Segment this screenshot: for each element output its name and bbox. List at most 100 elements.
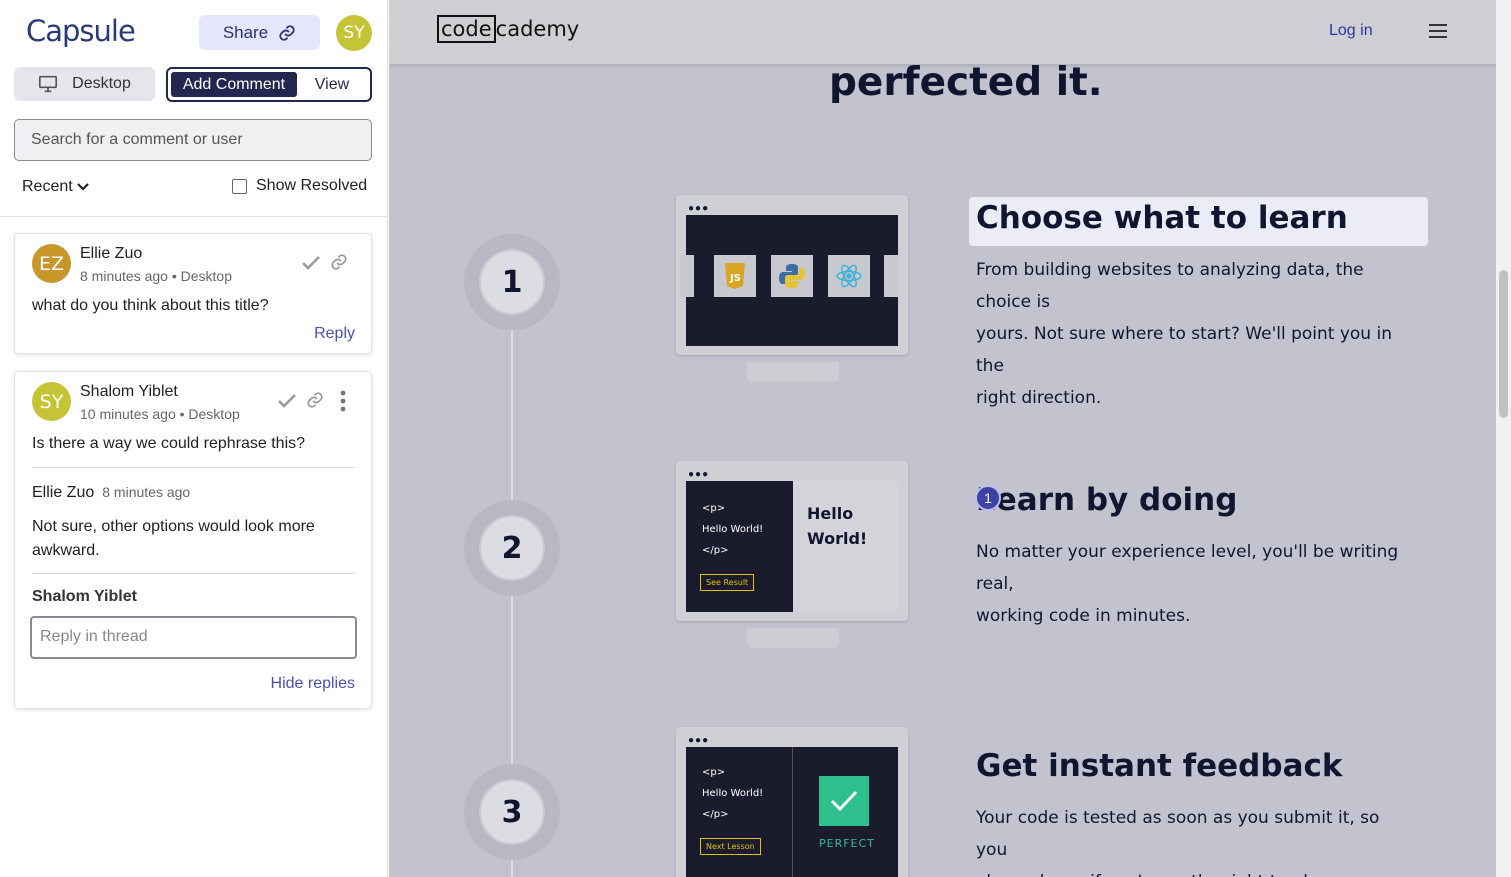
hide-replies-link[interactable]: Hide replies (271, 675, 355, 693)
description-line: always know if you're on the right track… (976, 866, 1416, 877)
step-description: Your code is tested as soon as you submi… (976, 802, 1416, 877)
step-description: No matter your experience level, you'll … (976, 536, 1416, 632)
reply-thread-input[interactable]: Reply in thread (30, 616, 357, 659)
share-button[interactable]: Share (199, 15, 320, 50)
device-toggle-button[interactable]: Desktop (14, 67, 155, 101)
reply-header: Ellie Zuo 8 minutes ago (32, 484, 190, 502)
step-number-circle: 3 (464, 764, 560, 860)
preview-line: World! (807, 529, 868, 548)
step-heading: Get instant feedback (976, 748, 1343, 784)
show-resolved-checkbox[interactable] (232, 178, 247, 194)
comment-card[interactable]: EZ Ellie Zuo 8 minutes ago • Desktop wha… (14, 233, 372, 354)
divider (32, 467, 355, 468)
reply-composer-author: Shalom Yiblet (32, 588, 137, 605)
hero-title: perfected it. (829, 60, 1103, 105)
monitor-stand (747, 628, 839, 648)
step-number-circle: 2 (464, 500, 560, 596)
user-avatar[interactable]: SY (336, 15, 372, 51)
comment-panel: Capsule Share SY Desktop Add Comment Vie… (0, 0, 388, 877)
site-header: code cademy Log in (389, 0, 1496, 64)
step-description: From building websites to analyzing data… (976, 254, 1416, 414)
step-number: 3 (479, 779, 545, 845)
capsule-logo[interactable]: Capsule (26, 14, 136, 48)
chevron-down-icon (76, 183, 89, 191)
codecademy-logo[interactable]: code cademy (437, 15, 579, 43)
next-lesson-button: Next Lesson (700, 838, 761, 855)
code-editor-screen: <p> Hello World! </p> See Result (686, 481, 793, 612)
resolve-check-icon[interactable] (300, 252, 322, 274)
divider (0, 216, 388, 217)
copy-link-icon[interactable] (328, 251, 350, 273)
sort-dropdown[interactable]: Recent (22, 178, 89, 196)
copy-link-icon[interactable] (304, 389, 326, 411)
step-illustration: ●●● JS (676, 195, 908, 355)
comment-card[interactable]: SY Shalom Yiblet 10 minutes ago • Deskto… (14, 371, 372, 709)
logo-text: cademy (495, 17, 580, 41)
step-number: 2 (479, 515, 545, 581)
description-line: right direction. (976, 388, 1102, 408)
reply-link[interactable]: Reply (314, 325, 355, 343)
scrollbar-thumb[interactable] (1499, 270, 1508, 418)
scrollbar-track[interactable] (1496, 0, 1511, 877)
checkmark-icon (819, 776, 869, 826)
preview-pane: Hello World! (793, 481, 898, 612)
code-line: </p> (702, 809, 729, 820)
step-heading: Learn by doing (976, 482, 1238, 518)
step-number: 1 (479, 249, 545, 315)
code-editor-screen: <p> Hello World! </p> Next Lesson PERFEC… (686, 747, 898, 877)
mode-switch: Add Comment View (166, 67, 372, 102)
preview-text: Hello World! (807, 501, 867, 551)
code-line: <p> (702, 503, 726, 514)
window-dots-icon: ●●● (688, 469, 710, 480)
code-line: Hello World! (702, 524, 764, 535)
description-line: working code in minutes. (976, 606, 1191, 626)
step-number-circle: 1 (464, 234, 560, 330)
reply-author: Ellie Zuo (32, 484, 95, 501)
share-label: Share (222, 22, 269, 42)
language-tile (680, 255, 694, 297)
link-icon (279, 24, 295, 41)
description-line: Your code is tested as soon as you submi… (976, 808, 1380, 860)
comment-author: Ellie Zuo (80, 245, 143, 262)
description-line: No matter your experience level, you'll … (976, 542, 1399, 594)
comment-pin[interactable]: 1 (975, 485, 1001, 511)
comment-meta: 10 minutes ago • Desktop (80, 406, 240, 422)
device-label: Desktop (72, 75, 131, 92)
react-icon (828, 255, 870, 297)
divider (32, 573, 355, 574)
avatar: SY (32, 382, 71, 421)
hamburger-menu-icon[interactable] (1429, 24, 1447, 38)
site-preview[interactable]: code cademy Log in perfected it. 1 ●●● J… (389, 0, 1496, 877)
comment-author: Shalom Yiblet (80, 383, 178, 400)
window-dots-icon: ●●● (688, 735, 710, 746)
resolve-check-icon[interactable] (276, 390, 298, 412)
search-input[interactable]: Search for a comment or user (14, 119, 372, 161)
step-illustration: ●●● <p> Hello World! </p> Next Lesson PE… (676, 727, 908, 877)
code-line: <p> (702, 767, 726, 778)
view-button[interactable]: View (297, 76, 367, 94)
comment-text: what do you think about this title? (32, 297, 269, 314)
add-comment-button[interactable]: Add Comment (171, 72, 297, 97)
svg-text:JS: JS (729, 273, 741, 284)
perfect-label: PERFECT (819, 837, 875, 850)
comment-meta: 8 minutes ago • Desktop (80, 268, 232, 284)
show-resolved-label: Show Resolved (256, 177, 368, 194)
show-resolved-toggle[interactable]: Show Resolved (232, 177, 367, 195)
avatar: EZ (32, 244, 71, 283)
javascript-icon: JS (714, 255, 756, 297)
illustration-screen: JS (680, 215, 898, 346)
step-heading: Choose what to learn (976, 200, 1348, 236)
monitor-icon (39, 75, 58, 93)
divider (792, 747, 793, 877)
python-icon (771, 255, 813, 297)
description-line: yours. Not sure where to start? We'll po… (976, 324, 1392, 376)
preview-line: Hello (807, 504, 854, 523)
more-vertical-icon[interactable] (332, 390, 354, 412)
reply-text: Not sure, other options would look more … (32, 515, 315, 563)
sort-label: Recent (22, 178, 73, 195)
monitor-stand (747, 362, 839, 382)
window-dots-icon: ●●● (688, 203, 710, 214)
step-illustration: ●●● <p> Hello World! </p> See Result Hel… (676, 461, 908, 621)
reply-time: 8 minutes ago (102, 484, 191, 500)
login-link[interactable]: Log in (1329, 22, 1373, 40)
